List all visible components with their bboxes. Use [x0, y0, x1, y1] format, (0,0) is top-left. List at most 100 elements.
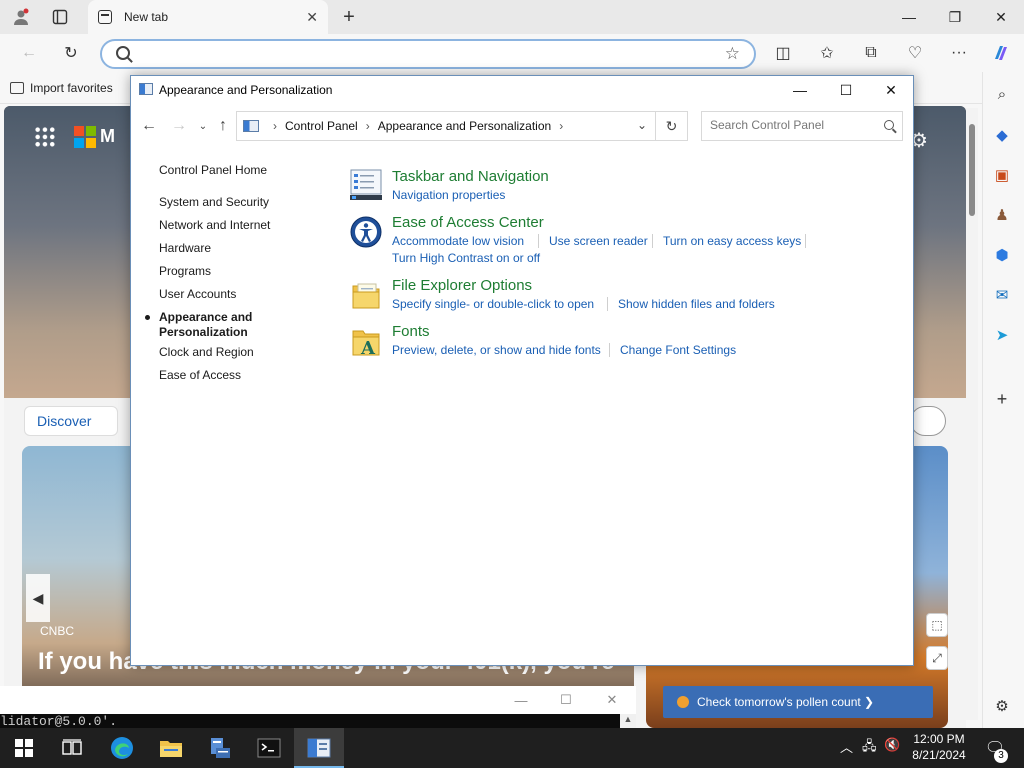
sidebar-shopping-icon[interactable]: ◆ — [987, 120, 1017, 150]
search-icon — [884, 120, 894, 130]
discover-tab[interactable]: Discover — [24, 406, 118, 436]
sidebar-add-icon[interactable]: + — [987, 384, 1017, 414]
terminal-output: lidator@5.0.0'. — [0, 714, 118, 729]
category-title-fonts[interactable]: Fonts — [392, 323, 430, 340]
cp-back-icon[interactable]: ← — [137, 114, 161, 138]
sidebar-send-icon[interactable]: ➤ — [987, 320, 1017, 350]
favorite-star-icon[interactable]: ☆ — [725, 44, 740, 64]
cp-search-input[interactable] — [710, 112, 880, 138]
breadcrumb-separator-icon[interactable]: › — [559, 119, 563, 133]
left-nav-system-security[interactable]: System and Security — [159, 195, 269, 209]
split-screen-icon[interactable]: ◫ — [766, 38, 800, 68]
sidebar-settings-icon[interactable]: ⚙ — [987, 691, 1017, 721]
server-manager-icon[interactable] — [196, 728, 244, 768]
breadcrumb-separator-icon[interactable]: › — [273, 119, 277, 133]
task-view-icon[interactable] — [48, 728, 96, 768]
left-nav-current-appearance: Appearance and Personalization — [159, 310, 252, 340]
breadcrumb-appearance[interactable]: Appearance and Personalization — [378, 119, 551, 133]
terminal-minimize-button[interactable]: — — [498, 686, 544, 714]
show-hidden-icons-icon[interactable]: ︿ — [840, 737, 853, 756]
cp-address-bar[interactable]: › Control Panel › Appearance and Persona… — [236, 111, 688, 141]
category-title-taskbar-navigation[interactable]: Taskbar and Navigation — [392, 168, 549, 185]
system-clock[interactable]: 12:00 PM 8/21/2024 — [898, 731, 980, 763]
apps-grid-icon[interactable] — [34, 126, 56, 148]
tab-actions-icon[interactable] — [43, 0, 77, 34]
news-previous-icon[interactable]: ◀ — [26, 574, 50, 622]
copilot-icon[interactable] — [984, 38, 1018, 68]
link-easy-access-keys[interactable]: Turn on easy access keys — [663, 234, 801, 248]
category-title-file-explorer-options[interactable]: File Explorer Options — [392, 277, 532, 294]
cp-up-icon[interactable]: ↑ — [211, 114, 235, 138]
address-dropdown-icon[interactable]: ⌄ — [637, 118, 647, 132]
terminal-maximize-button[interactable]: ☐ — [543, 686, 589, 714]
svg-text:A: A — [360, 338, 376, 359]
expand-icon[interactable]: ⤢ — [926, 646, 948, 670]
cp-search-box[interactable] — [701, 111, 903, 141]
sidebar-tools-icon[interactable]: ▣ — [987, 160, 1017, 190]
import-favorites-button[interactable]: Import favorites — [10, 78, 113, 98]
taskbar-navigation-icon[interactable] — [349, 168, 383, 202]
pollen-button[interactable]: Check tomorrow's pollen count ❯ — [663, 686, 933, 718]
file-explorer-icon[interactable] — [147, 728, 195, 768]
settings-more-icon[interactable]: ··· — [942, 38, 976, 68]
new-tab-button[interactable]: + — [332, 0, 366, 34]
left-nav-user-accounts[interactable]: User Accounts — [159, 287, 236, 301]
edge-taskbar-icon[interactable] — [98, 728, 146, 768]
refresh-icon[interactable]: ↻ — [54, 38, 88, 68]
browser-tab[interactable]: New tab ✕ — [88, 0, 328, 34]
left-nav-clock-region[interactable]: Clock and Region — [159, 345, 254, 359]
category-title-ease-of-access[interactable]: Ease of Access Center — [392, 214, 544, 231]
terminal-taskbar-icon[interactable] — [245, 728, 293, 768]
link-use-screen-reader[interactable]: Use screen reader — [549, 234, 648, 248]
sidebar-search-icon[interactable]: ⌕ — [987, 79, 1017, 109]
close-tab-icon[interactable]: ✕ — [306, 9, 318, 26]
breadcrumb-separator-icon[interactable]: › — [366, 119, 370, 133]
image-feedback-icon[interactable]: ⬚ — [926, 613, 948, 637]
terminal-scroll-up-icon[interactable]: ▲ — [620, 714, 636, 728]
clock-date: 8/21/2024 — [912, 748, 966, 762]
link-separator — [538, 234, 539, 248]
left-nav-network-internet[interactable]: Network and Internet — [159, 218, 270, 232]
browser-restore-button[interactable]: ❐ — [932, 0, 978, 34]
sidebar-outlook-icon[interactable]: ✉ — [987, 280, 1017, 310]
browser-close-button[interactable]: ✕ — [978, 0, 1024, 34]
link-accommodate-low-vision[interactable]: Accommodate low vision — [392, 234, 524, 248]
address-location-icon — [243, 120, 259, 132]
network-icon[interactable]: 🖧 — [862, 737, 877, 759]
browser-minimize-button[interactable]: — — [886, 0, 932, 34]
cp-window-title: Appearance and Personalization — [159, 83, 333, 97]
link-high-contrast[interactable]: Turn High Contrast on or off — [392, 251, 540, 265]
sidebar-games-icon[interactable]: ♟ — [987, 200, 1017, 230]
cp-minimize-button[interactable]: — — [777, 76, 823, 104]
fonts-icon[interactable]: A — [349, 325, 383, 359]
left-nav-programs[interactable]: Programs — [159, 264, 211, 278]
link-change-font-settings[interactable]: Change Font Settings — [620, 343, 736, 357]
terminal-close-button[interactable]: ✕ — [589, 686, 635, 714]
breadcrumb-control-panel[interactable]: Control Panel — [285, 119, 358, 133]
browser-scrollbar[interactable] — [966, 108, 978, 720]
feed-collapse-button[interactable] — [910, 406, 946, 436]
favorites-icon[interactable]: ✩ — [810, 38, 844, 68]
folder-options-icon[interactable] — [349, 278, 383, 312]
back-icon[interactable]: ← — [12, 38, 46, 68]
sidebar-office-icon[interactable]: ⬢ — [987, 240, 1017, 270]
cp-maximize-button[interactable]: ☐ — [823, 76, 869, 104]
address-refresh-icon[interactable]: ↻ — [655, 112, 687, 140]
browser-essentials-icon[interactable]: ♡ — [898, 38, 932, 68]
left-nav-hardware[interactable]: Hardware — [159, 241, 211, 255]
left-nav-home[interactable]: Control Panel Home — [159, 163, 267, 177]
link-single-double-click[interactable]: Specify single- or double-click to open — [392, 297, 594, 311]
collections-icon[interactable]: ⧉ — [854, 38, 888, 68]
cp-forward-icon[interactable]: → — [167, 114, 191, 138]
link-show-hidden-files[interactable]: Show hidden files and folders — [618, 297, 775, 311]
address-bar[interactable]: ☆ — [100, 39, 756, 69]
start-button-icon[interactable] — [0, 728, 48, 768]
clock-time: 12:00 PM — [913, 732, 965, 746]
profile-icon[interactable] — [4, 0, 38, 34]
link-navigation-properties[interactable]: Navigation properties — [392, 188, 505, 202]
news-source: CNBC — [40, 624, 75, 638]
left-nav-ease-of-access[interactable]: Ease of Access — [159, 368, 241, 382]
link-preview-fonts[interactable]: Preview, delete, or show and hide fonts — [392, 343, 601, 357]
ease-of-access-icon[interactable] — [349, 215, 383, 249]
cp-close-button[interactable]: ✕ — [868, 76, 914, 104]
